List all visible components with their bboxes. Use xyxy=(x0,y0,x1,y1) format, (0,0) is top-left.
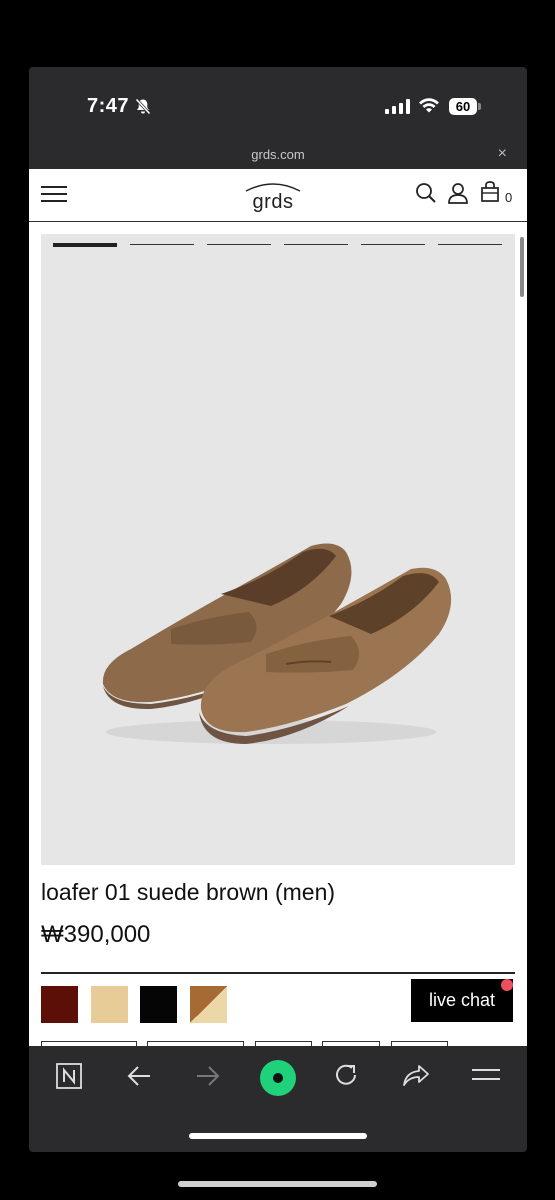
naver-n-icon[interactable] xyxy=(56,1063,82,1089)
site-header: grds 0 xyxy=(29,169,527,222)
cart-count: 0 xyxy=(505,190,513,205)
color-swatch-burgundy[interactable] xyxy=(41,986,78,1023)
logo-text: grds xyxy=(252,191,294,213)
menu-icon[interactable] xyxy=(472,1068,500,1082)
color-swatch-black[interactable] xyxy=(140,986,177,1023)
color-swatch-brown-cream[interactable] xyxy=(190,986,227,1023)
battery-tip xyxy=(478,103,481,110)
site-logo[interactable]: grds xyxy=(241,179,305,213)
user-icon[interactable] xyxy=(447,182,469,204)
reload-icon[interactable] xyxy=(333,1062,359,1088)
search-icon[interactable] xyxy=(415,182,437,204)
close-icon[interactable]: × xyxy=(498,145,507,163)
silent-bell-icon xyxy=(135,98,151,115)
notification-dot xyxy=(501,979,513,991)
signal-icon xyxy=(385,99,410,114)
home-indicator[interactable] xyxy=(189,1133,367,1139)
phone-frame: 7:47 60 grds.com × grds 0 loafer 01 sued… xyxy=(29,67,527,1152)
loafer-product-image xyxy=(102,543,452,744)
forward-arrow-icon xyxy=(197,1066,220,1086)
share-icon[interactable] xyxy=(402,1063,430,1087)
outer-home-indicator xyxy=(178,1181,377,1187)
hamburger-icon[interactable] xyxy=(41,186,67,202)
url-text[interactable]: grds.com xyxy=(29,147,527,162)
product-price: ₩390,000 xyxy=(41,921,151,948)
status-bar: 7:47 60 xyxy=(29,67,527,147)
battery-indicator: 60 xyxy=(449,98,477,115)
back-arrow-icon[interactable] xyxy=(126,1065,152,1087)
product-image-carousel[interactable] xyxy=(41,234,515,865)
browser-toolbar xyxy=(29,1046,527,1110)
live-chat-button[interactable]: live chat xyxy=(411,979,513,1022)
web-page: grds 0 loafer 01 suede brown (men) ₩390,… xyxy=(29,169,527,1046)
wifi-icon xyxy=(419,98,439,113)
product-title: loafer 01 suede brown (men) xyxy=(41,879,336,905)
divider xyxy=(41,972,515,974)
shopping-bag-icon[interactable] xyxy=(480,181,500,203)
green-home-icon[interactable] xyxy=(259,1059,297,1097)
clock: 7:47 xyxy=(87,95,130,117)
color-swatch-beige[interactable] xyxy=(91,986,128,1023)
url-bar[interactable]: grds.com × xyxy=(29,145,527,169)
page-scrollbar[interactable] xyxy=(520,237,524,297)
